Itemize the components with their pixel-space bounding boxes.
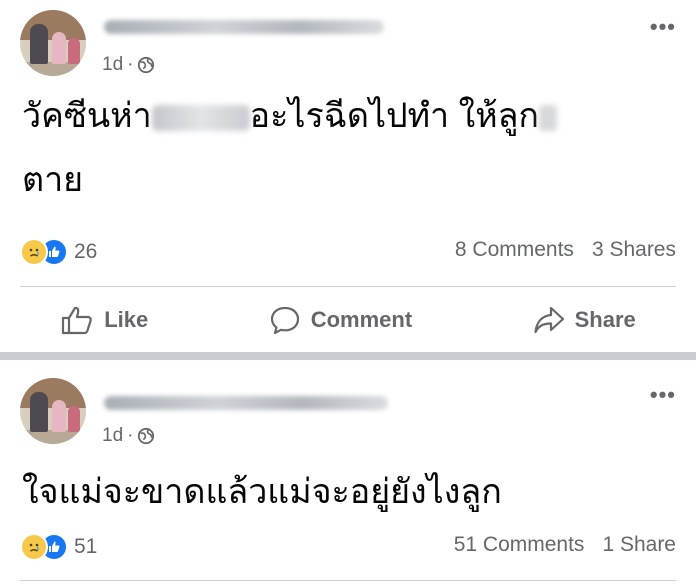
like-label: Like (104, 307, 149, 332)
more-icon[interactable]: ••• (650, 14, 676, 40)
post-text: วัคซีนห่า อะไรฉีดไปทำ ให้ลูก ตาย (22, 84, 558, 212)
comment-icon (270, 306, 299, 335)
more-icon[interactable]: ••• (650, 382, 676, 408)
author-name-redacted[interactable] (104, 396, 388, 410)
post-time[interactable]: 1d (102, 425, 123, 447)
like-icon (62, 306, 93, 335)
sad-reaction-icon (20, 533, 48, 561)
redacted-word (151, 105, 250, 132)
post-text-part-2: อะไรฉีดไปทำ ให้ลูก (249, 97, 540, 135)
actions-divider (20, 286, 676, 287)
post-time[interactable]: 1d (102, 54, 123, 76)
redacted-char (539, 105, 558, 132)
reactions[interactable]: 26 (20, 238, 97, 266)
post-meta: 1d · (102, 425, 155, 447)
share-button[interactable]: Share (533, 305, 636, 335)
like-button[interactable]: Like (60, 305, 148, 335)
shares-count[interactable]: 1 Share (602, 533, 676, 557)
post-stats: 26 8 Comments 3 Shares (20, 238, 676, 268)
share-icon (534, 306, 564, 334)
avatar[interactable] (20, 10, 86, 76)
shares-count[interactable]: 3 Shares (592, 238, 676, 262)
post-meta: 1d · (102, 54, 155, 76)
avatar[interactable] (20, 378, 86, 444)
post-text-line-2: ตาย (22, 161, 84, 199)
comments-count[interactable]: 8 Comments (455, 238, 574, 262)
comment-button[interactable]: Comment (269, 305, 412, 335)
post-stats: 51 51 Comments 1 Share (20, 533, 676, 563)
reaction-count: 51 (74, 535, 98, 558)
feed-divider (0, 352, 696, 360)
post-text: ใจแม่จะขาดแล้วแม่จะอยู่ยังไงลูก (22, 473, 502, 511)
post-1: 1d · ••• วัคซีนห่า อะไรฉีดไปทำ ให้ลูก ตาย… (0, 0, 696, 352)
meta-dot: · (127, 425, 134, 446)
share-label: Share (574, 307, 636, 332)
reaction-count: 26 (74, 240, 98, 263)
sad-reaction-icon (20, 238, 48, 266)
author-name-redacted[interactable] (104, 20, 384, 34)
reactions[interactable]: 51 (20, 533, 97, 561)
actions-divider (20, 580, 676, 581)
comment-label: Comment (310, 307, 413, 332)
globe-icon (138, 427, 155, 445)
action-bar: Like Comment Share (0, 295, 696, 345)
globe-icon (138, 56, 155, 74)
comments-count[interactable]: 51 Comments (454, 533, 585, 557)
meta-dot: · (127, 54, 134, 75)
post-2: 1d · ••• ใจแม่จะขาดแล้วแม่จะอยู่ยังไงลูก… (0, 360, 696, 587)
post-text-part-1: วัคซีนห่า (22, 97, 152, 135)
